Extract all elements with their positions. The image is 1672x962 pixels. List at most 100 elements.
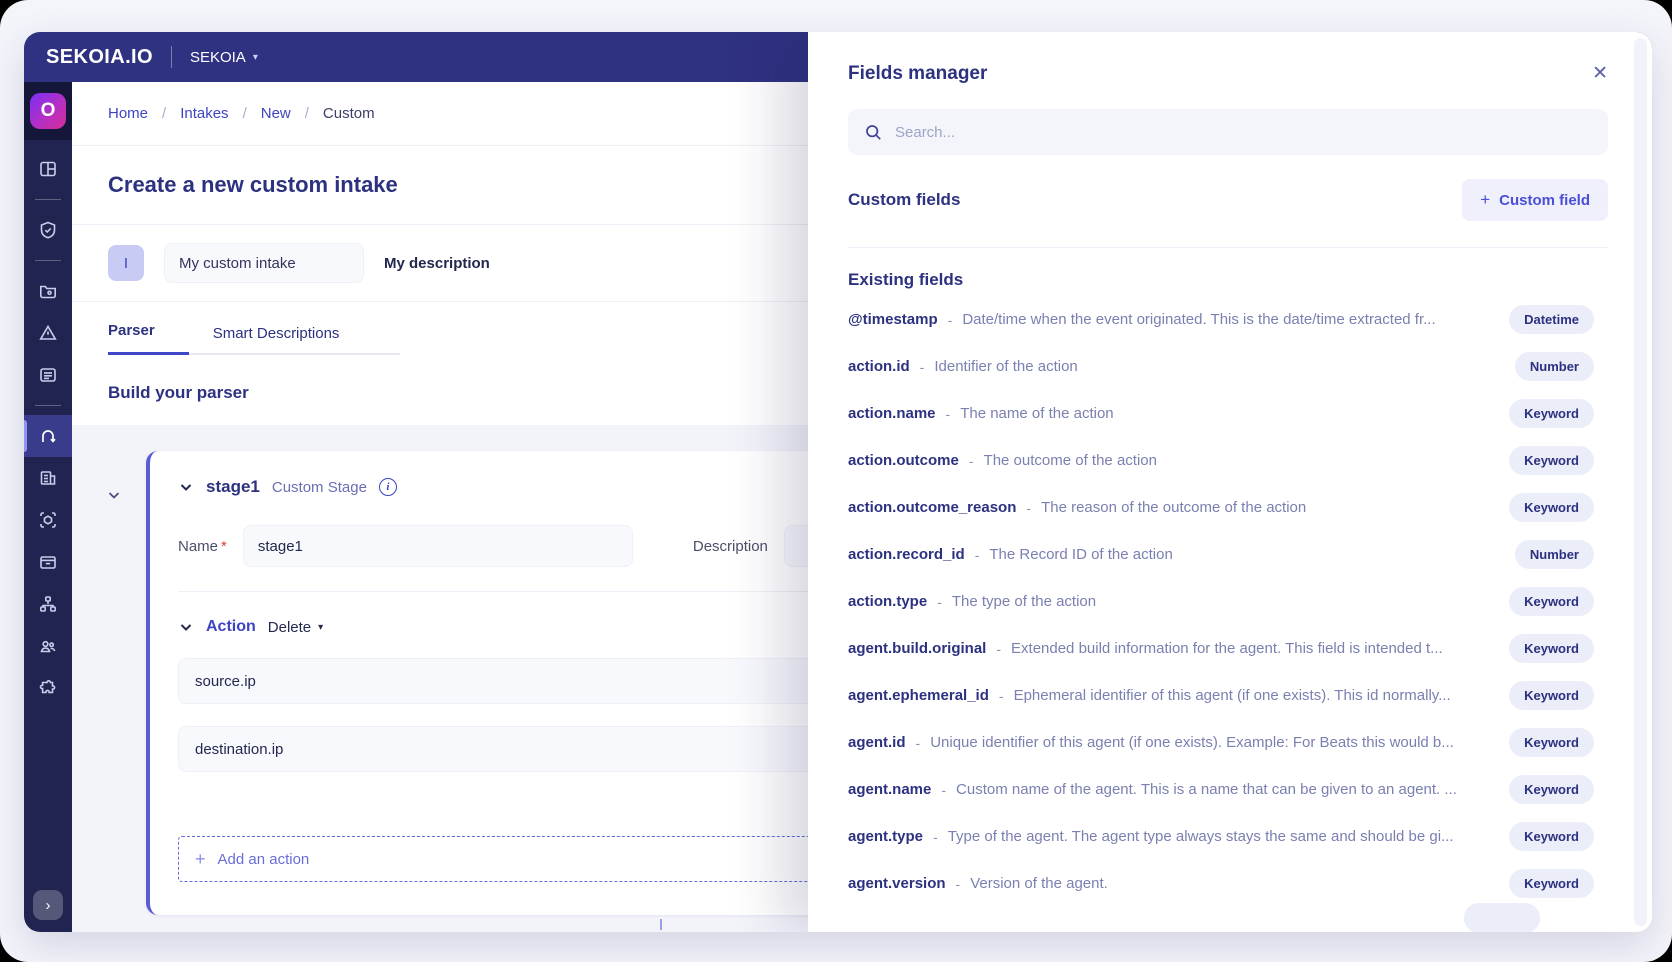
field-type-badge: Keyword: [1509, 634, 1594, 663]
field-type-badge: Keyword: [1509, 869, 1594, 898]
field-row[interactable]: agent.type - Type of the agent. The agen…: [848, 813, 1624, 860]
sidebar-item-events[interactable]: [24, 354, 72, 396]
tab-smart-descriptions[interactable]: Smart Descriptions: [213, 325, 340, 355]
sidebar-item-intakes[interactable]: [24, 415, 72, 457]
drawer-title: Fields manager: [848, 63, 987, 85]
action-type-dropdown[interactable]: Delete ▾: [268, 619, 323, 636]
stage-collapse-toggle[interactable]: [178, 479, 194, 495]
breadcrumb-separator: /: [243, 105, 247, 122]
field-type-badge: Keyword: [1509, 446, 1594, 475]
stage-collapse-outer[interactable]: [106, 487, 122, 503]
field-dash: -: [920, 359, 925, 375]
archive-box-icon: [38, 552, 58, 572]
field-dash: -: [941, 782, 946, 798]
sidebar-expand-button[interactable]: ›: [33, 890, 63, 920]
field-dash: -: [996, 641, 1001, 657]
field-row[interactable]: action.id - Identifier of the action Num…: [848, 343, 1624, 390]
action-type-value: Delete: [268, 619, 311, 636]
search-input[interactable]: [895, 124, 1592, 141]
field-description: Unique identifier of this agent (if one …: [930, 734, 1495, 751]
required-asterisk: *: [221, 538, 227, 555]
chevron-right-icon: ›: [46, 897, 51, 914]
sidebar-item-assets[interactable]: [24, 457, 72, 499]
chevron-down-icon: [178, 479, 194, 495]
field-row[interactable]: @timestamp - Date/time when the event or…: [848, 296, 1624, 343]
sitemap-icon: [38, 594, 58, 614]
field-row[interactable]: agent.name - Custom name of the agent. T…: [848, 766, 1624, 813]
field-dash: -: [1026, 500, 1031, 516]
caret-down-icon: ▾: [318, 622, 323, 633]
field-type-badge: Number: [1515, 540, 1594, 569]
field-type-badge: Keyword: [1509, 775, 1594, 804]
field-row[interactable]: agent.version - Version of the agent. Ke…: [848, 860, 1624, 907]
tab-parser[interactable]: Parser: [108, 322, 189, 355]
stage-name: stage1: [206, 477, 260, 497]
field-type-badge: Keyword: [1509, 681, 1594, 710]
intake-image-badge[interactable]: I: [108, 245, 144, 281]
stage-name-input[interactable]: [243, 525, 633, 567]
sidebar-divider: [35, 199, 61, 200]
custom-fields-row: Custom fields + Custom field: [848, 179, 1608, 221]
dashboard-icon: [38, 159, 58, 179]
field-dash: -: [916, 735, 921, 751]
breadcrumb-home[interactable]: Home: [108, 105, 148, 122]
users-icon: [38, 636, 58, 656]
field-row[interactable]: action.record_id - The Record ID of the …: [848, 531, 1624, 578]
field-description: Ephemeral identifier of this agent (if o…: [1014, 687, 1496, 704]
field-row[interactable]: action.outcome_reason - The reason of th…: [848, 484, 1624, 531]
field-description: The Record ID of the action: [989, 546, 1501, 563]
sidebar-item-dashboard[interactable]: [24, 148, 72, 190]
breadcrumb-intakes[interactable]: Intakes: [180, 105, 228, 122]
field-dash: -: [975, 547, 980, 563]
field-dash: -: [937, 594, 942, 610]
field-row[interactable]: agent.id - Unique identifier of this age…: [848, 719, 1624, 766]
sidebar-item-shield[interactable]: [24, 209, 72, 251]
existing-fields-title: Existing fields: [848, 270, 1624, 290]
sidebar-item-archive[interactable]: [24, 541, 72, 583]
field-name: agent.build.original: [848, 640, 986, 657]
field-name: agent.name: [848, 781, 931, 798]
action-collapse-toggle[interactable]: [178, 619, 194, 635]
drawer-scrollbar[interactable]: [1634, 38, 1647, 926]
sidebar-item-community[interactable]: [24, 625, 72, 667]
stage-name-label: Name*: [178, 538, 227, 555]
field-row[interactable]: action.type - The type of the action Key…: [848, 578, 1624, 625]
sidebar-item-sitemap[interactable]: [24, 583, 72, 625]
plus-icon: +: [1480, 190, 1490, 210]
field-description: Extended build information for the agent…: [1011, 640, 1495, 657]
field-row[interactable]: agent.build.original - Extended build in…: [848, 625, 1624, 672]
field-row[interactable]: action.outcome - The outcome of the acti…: [848, 437, 1624, 484]
brand-logo: SEKOIA.IO: [46, 46, 153, 69]
organization-switcher[interactable]: SEKOIA ▾: [190, 49, 258, 66]
field-row[interactable]: action.name - The name of the action Key…: [848, 390, 1624, 437]
app-window: SEKOIA.IO SEKOIA ▾ O: [24, 32, 1652, 932]
clipped-next-badge: [1464, 903, 1540, 932]
sidebar-item-cases[interactable]: [24, 270, 72, 312]
field-name: agent.version: [848, 875, 946, 892]
existing-fields-list: @timestamp - Date/time when the event or…: [848, 296, 1624, 907]
organization-name: SEKOIA: [190, 49, 246, 66]
workspace-logo-wrap[interactable]: O: [24, 82, 72, 140]
field-row[interactable]: agent.ephemeral_id - Ephemeral identifie…: [848, 672, 1624, 719]
field-type-badge: Keyword: [1509, 587, 1594, 616]
field-description: Version of the agent.: [970, 875, 1495, 892]
close-icon[interactable]: ✕: [1592, 62, 1608, 85]
field-dash: -: [956, 876, 961, 892]
stage-connector-line: [660, 919, 662, 930]
alert-triangle-icon: [38, 323, 58, 343]
field-description: Identifier of the action: [934, 358, 1501, 375]
field-description: The name of the action: [960, 405, 1495, 422]
sidebar-item-sandbox[interactable]: [24, 499, 72, 541]
plus-icon: +: [195, 849, 206, 870]
sidebar-item-alerts[interactable]: [24, 312, 72, 354]
field-type-badge: Keyword: [1509, 822, 1594, 851]
sidebar-item-integrations[interactable]: [24, 667, 72, 709]
intake-name-input[interactable]: [164, 243, 364, 283]
intakes-icon: [38, 426, 58, 446]
fields-manager-drawer: Fields manager ✕ Custom fields + Custom …: [808, 32, 1652, 932]
breadcrumb-new[interactable]: New: [261, 105, 291, 122]
field-search[interactable]: [848, 109, 1608, 155]
info-icon[interactable]: i: [379, 478, 397, 496]
puzzle-icon: [38, 678, 58, 698]
add-custom-field-button[interactable]: + Custom field: [1462, 179, 1608, 221]
